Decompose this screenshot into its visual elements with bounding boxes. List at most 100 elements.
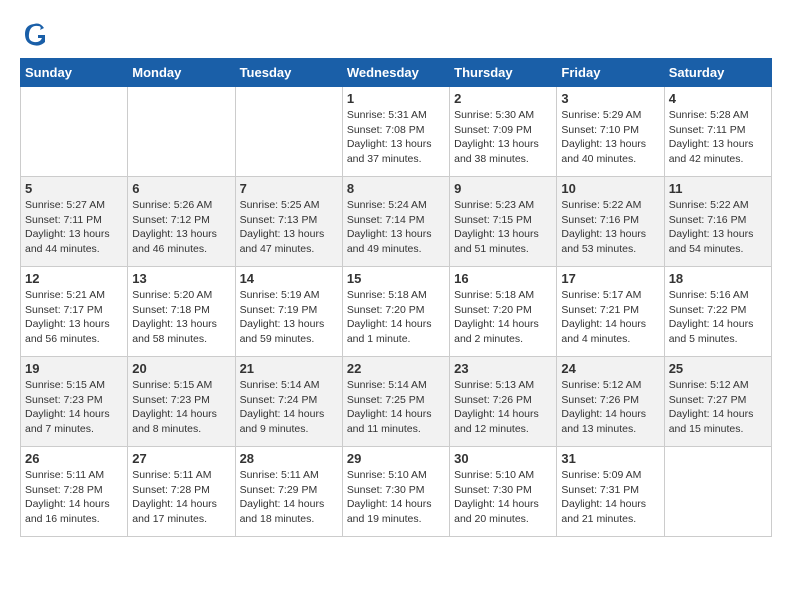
day-info: Sunrise: 5:22 AM Sunset: 7:16 PM Dayligh… — [669, 198, 767, 257]
header-day-tuesday: Tuesday — [235, 59, 342, 87]
day-info: Sunrise: 5:11 AM Sunset: 7:29 PM Dayligh… — [240, 468, 338, 527]
day-number: 23 — [454, 361, 552, 376]
header-day-monday: Monday — [128, 59, 235, 87]
header-day-wednesday: Wednesday — [342, 59, 449, 87]
calendar-cell: 10 Sunrise: 5:22 AM Sunset: 7:16 PM Dayli… — [557, 177, 664, 267]
calendar-cell — [128, 87, 235, 177]
calendar-cell: 31 Sunrise: 5:09 AM Sunset: 7:31 PM Dayli… — [557, 447, 664, 537]
day-number: 12 — [25, 271, 123, 286]
day-info: Sunrise: 5:18 AM Sunset: 7:20 PM Dayligh… — [347, 288, 445, 347]
calendar-cell: 17Sunrise: 5:17 AM Sunset: 7:21 PM Dayli… — [557, 267, 664, 357]
header-day-friday: Friday — [557, 59, 664, 87]
day-info: Sunrise: 5:21 AM Sunset: 7:17 PM Dayligh… — [25, 288, 123, 347]
calendar-cell — [21, 87, 128, 177]
day-info: Sunrise: 5:13 AM Sunset: 7:26 PM Dayligh… — [454, 378, 552, 437]
day-info: Sunrise: 5:29 AM Sunset: 7:10 PM Dayligh… — [561, 108, 659, 167]
day-info: Sunrise: 5:23 AM Sunset: 7:15 PM Dayligh… — [454, 198, 552, 257]
header-day-thursday: Thursday — [450, 59, 557, 87]
day-number: 28 — [240, 451, 338, 466]
day-info: Sunrise: 5:22 AM Sunset: 7:16 PM Dayligh… — [561, 198, 659, 257]
day-info: Sunrise: 5:24 AM Sunset: 7:14 PM Dayligh… — [347, 198, 445, 257]
calendar-cell: 9 Sunrise: 5:23 AM Sunset: 7:15 PM Daylig… — [450, 177, 557, 267]
calendar-cell: 20 Sunrise: 5:15 AM Sunset: 7:23 PM Dayli… — [128, 357, 235, 447]
day-info: Sunrise: 5:10 AM Sunset: 7:30 PM Dayligh… — [454, 468, 552, 527]
day-info: Sunrise: 5:28 AM Sunset: 7:11 PM Dayligh… — [669, 108, 767, 167]
day-info: Sunrise: 5:14 AM Sunset: 7:24 PM Dayligh… — [240, 378, 338, 437]
day-number: 31 — [561, 451, 659, 466]
calendar-cell: 26Sunrise: 5:11 AM Sunset: 7:28 PM Dayli… — [21, 447, 128, 537]
calendar-week-1: 1 Sunrise: 5:31 AM Sunset: 7:08 PM Daylig… — [21, 87, 772, 177]
day-info: Sunrise: 5:26 AM Sunset: 7:12 PM Dayligh… — [132, 198, 230, 257]
day-number: 9 — [454, 181, 552, 196]
calendar-cell: 13 Sunrise: 5:20 AM Sunset: 7:18 PM Dayli… — [128, 267, 235, 357]
calendar-cell: 15Sunrise: 5:18 AM Sunset: 7:20 PM Dayli… — [342, 267, 449, 357]
day-info: Sunrise: 5:17 AM Sunset: 7:21 PM Dayligh… — [561, 288, 659, 347]
calendar-cell: 4 Sunrise: 5:28 AM Sunset: 7:11 PM Daylig… — [664, 87, 771, 177]
day-number: 7 — [240, 181, 338, 196]
day-number: 30 — [454, 451, 552, 466]
day-number: 5 — [25, 181, 123, 196]
day-number: 10 — [561, 181, 659, 196]
day-number: 22 — [347, 361, 445, 376]
calendar-cell: 7 Sunrise: 5:25 AM Sunset: 7:13 PM Daylig… — [235, 177, 342, 267]
calendar-cell: 23 Sunrise: 5:13 AM Sunset: 7:26 PM Dayli… — [450, 357, 557, 447]
calendar-cell: 12 Sunrise: 5:21 AM Sunset: 7:17 PM Dayli… — [21, 267, 128, 357]
day-number: 11 — [669, 181, 767, 196]
day-number: 14 — [240, 271, 338, 286]
day-info: Sunrise: 5:11 AM Sunset: 7:28 PM Dayligh… — [132, 468, 230, 527]
day-info: Sunrise: 5:15 AM Sunset: 7:23 PM Dayligh… — [25, 378, 123, 437]
page-header — [20, 20, 772, 48]
calendar-body: 1 Sunrise: 5:31 AM Sunset: 7:08 PM Daylig… — [21, 87, 772, 537]
day-number: 13 — [132, 271, 230, 286]
day-info: Sunrise: 5:09 AM Sunset: 7:31 PM Dayligh… — [561, 468, 659, 527]
calendar-table: SundayMondayTuesdayWednesdayThursdayFrid… — [20, 58, 772, 537]
day-number: 19 — [25, 361, 123, 376]
day-info: Sunrise: 5:18 AM Sunset: 7:20 PM Dayligh… — [454, 288, 552, 347]
day-number: 27 — [132, 451, 230, 466]
day-number: 3 — [561, 91, 659, 106]
day-number: 20 — [132, 361, 230, 376]
calendar-week-2: 5 Sunrise: 5:27 AM Sunset: 7:11 PM Daylig… — [21, 177, 772, 267]
calendar-cell: 8 Sunrise: 5:24 AM Sunset: 7:14 PM Daylig… — [342, 177, 449, 267]
day-info: Sunrise: 5:16 AM Sunset: 7:22 PM Dayligh… — [669, 288, 767, 347]
header-day-saturday: Saturday — [664, 59, 771, 87]
calendar-cell: 27 Sunrise: 5:11 AM Sunset: 7:28 PM Dayli… — [128, 447, 235, 537]
day-number: 6 — [132, 181, 230, 196]
calendar-cell: 28 Sunrise: 5:11 AM Sunset: 7:29 PM Dayli… — [235, 447, 342, 537]
day-info: Sunrise: 5:15 AM Sunset: 7:23 PM Dayligh… — [132, 378, 230, 437]
calendar-cell: 11 Sunrise: 5:22 AM Sunset: 7:16 PM Dayli… — [664, 177, 771, 267]
logo — [20, 20, 52, 48]
calendar-cell: 24Sunrise: 5:12 AM Sunset: 7:26 PM Dayli… — [557, 357, 664, 447]
calendar-cell: 22 Sunrise: 5:14 AM Sunset: 7:25 PM Dayli… — [342, 357, 449, 447]
day-number: 4 — [669, 91, 767, 106]
day-info: Sunrise: 5:31 AM Sunset: 7:08 PM Dayligh… — [347, 108, 445, 167]
calendar-week-3: 12 Sunrise: 5:21 AM Sunset: 7:17 PM Dayli… — [21, 267, 772, 357]
day-number: 16 — [454, 271, 552, 286]
day-number: 2 — [454, 91, 552, 106]
calendar-cell: 18 Sunrise: 5:16 AM Sunset: 7:22 PM Dayli… — [664, 267, 771, 357]
calendar-cell: 29Sunrise: 5:10 AM Sunset: 7:30 PM Dayli… — [342, 447, 449, 537]
day-number: 1 — [347, 91, 445, 106]
day-info: Sunrise: 5:10 AM Sunset: 7:30 PM Dayligh… — [347, 468, 445, 527]
calendar-cell: 30 Sunrise: 5:10 AM Sunset: 7:30 PM Dayli… — [450, 447, 557, 537]
day-number: 8 — [347, 181, 445, 196]
day-info: Sunrise: 5:30 AM Sunset: 7:09 PM Dayligh… — [454, 108, 552, 167]
calendar-cell — [664, 447, 771, 537]
day-info: Sunrise: 5:25 AM Sunset: 7:13 PM Dayligh… — [240, 198, 338, 257]
day-number: 18 — [669, 271, 767, 286]
day-number: 24 — [561, 361, 659, 376]
day-info: Sunrise: 5:27 AM Sunset: 7:11 PM Dayligh… — [25, 198, 123, 257]
day-info: Sunrise: 5:20 AM Sunset: 7:18 PM Dayligh… — [132, 288, 230, 347]
calendar-cell — [235, 87, 342, 177]
calendar-cell: 6 Sunrise: 5:26 AM Sunset: 7:12 PM Daylig… — [128, 177, 235, 267]
day-info: Sunrise: 5:11 AM Sunset: 7:28 PM Dayligh… — [25, 468, 123, 527]
calendar-cell: 21Sunrise: 5:14 AM Sunset: 7:24 PM Dayli… — [235, 357, 342, 447]
calendar-week-5: 26Sunrise: 5:11 AM Sunset: 7:28 PM Dayli… — [21, 447, 772, 537]
calendar-cell: 16 Sunrise: 5:18 AM Sunset: 7:20 PM Dayli… — [450, 267, 557, 357]
calendar-cell: 1 Sunrise: 5:31 AM Sunset: 7:08 PM Daylig… — [342, 87, 449, 177]
day-info: Sunrise: 5:14 AM Sunset: 7:25 PM Dayligh… — [347, 378, 445, 437]
day-number: 25 — [669, 361, 767, 376]
calendar-cell: 14 Sunrise: 5:19 AM Sunset: 7:19 PM Dayli… — [235, 267, 342, 357]
day-info: Sunrise: 5:19 AM Sunset: 7:19 PM Dayligh… — [240, 288, 338, 347]
calendar-cell: 2 Sunrise: 5:30 AM Sunset: 7:09 PM Daylig… — [450, 87, 557, 177]
